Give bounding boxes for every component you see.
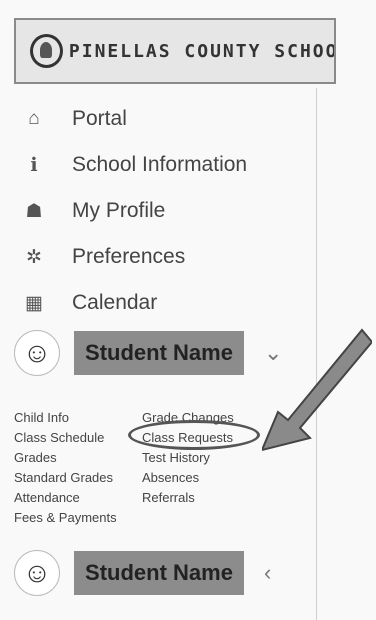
student-selector-2[interactable]: ☺ Student Name ‹ <box>14 544 314 602</box>
pointer-arrow-icon <box>262 328 372 452</box>
link-child-info[interactable]: Child Info <box>14 408 142 428</box>
student-avatar-smiley-icon: ☺ <box>14 330 60 376</box>
nav-item-school-information[interactable]: ℹ School Information <box>24 142 314 188</box>
link-grades[interactable]: Grades <box>14 448 142 468</box>
nav-item-label: Preferences <box>72 245 186 268</box>
student-name: Student Name <box>74 551 244 595</box>
home-icon: ⌂ <box>28 108 40 129</box>
nav-item-preferences[interactable]: ✲ Preferences <box>24 234 314 280</box>
highlight-circle <box>128 420 260 450</box>
user-icon: ☗ <box>25 200 43 222</box>
school-logo-icon <box>30 34 63 68</box>
nav-item-my-profile[interactable]: ☗ My Profile <box>24 188 314 234</box>
link-standard-grades[interactable]: Standard Grades <box>14 468 142 488</box>
nav-item-label: Portal <box>72 107 127 130</box>
nav-item-label: School Information <box>72 153 248 176</box>
link-referrals[interactable]: Referrals <box>142 488 312 508</box>
calendar-icon: ▦ <box>25 292 43 314</box>
link-fees-payments[interactable]: Fees & Payments <box>14 508 142 528</box>
main-nav: ⌂ Portal ℹ School Information ☗ My Profi… <box>24 96 314 326</box>
link-class-schedule[interactable]: Class Schedule <box>14 428 142 448</box>
chevron-left-icon[interactable]: ‹ <box>264 560 271 586</box>
page: PINELLAS COUNTY SCHOO ⌂ Portal ℹ School … <box>0 0 376 620</box>
student-avatar-smiley-icon: ☺ <box>14 550 60 596</box>
sidebar: PINELLAS COUNTY SCHOO ⌂ Portal ℹ School … <box>0 0 336 620</box>
nav-item-label: Calendar <box>72 291 158 314</box>
school-name: PINELLAS COUNTY SCHOO <box>68 40 334 62</box>
gear-icon: ✲ <box>26 246 42 268</box>
nav-item-portal[interactable]: ⌂ Portal <box>24 96 314 142</box>
info-icon: ℹ <box>30 154 38 176</box>
student-name: Student Name <box>74 331 244 375</box>
link-attendance[interactable]: Attendance <box>14 488 142 508</box>
school-header[interactable]: PINELLAS COUNTY SCHOO <box>14 18 336 84</box>
nav-item-label: My Profile <box>72 199 166 222</box>
